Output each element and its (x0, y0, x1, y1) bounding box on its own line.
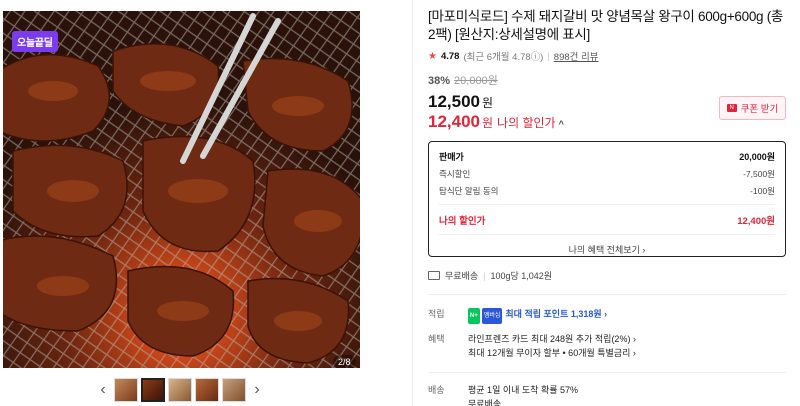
max-points-link[interactable]: 최대 적립 포인트 1,318원 › (505, 309, 607, 319)
delivery-value: 평균 1일 이내 도착 확률 57% 무료배송 (468, 383, 578, 406)
delivery-row: 배송 평균 1일 이내 도착 확률 57% 무료배송 (428, 372, 786, 406)
breakdown-my-price-value: 12,400원 (737, 215, 775, 227)
thumbnail-2[interactable] (141, 378, 165, 402)
breakdown-row: 탐식단 알림 동의 -100원 (439, 182, 775, 199)
chevron-up-icon[interactable]: ^ (559, 119, 564, 129)
shipping-free: 무료배송 (445, 271, 479, 281)
discount-row: 38% 20,000원 (428, 72, 786, 88)
breakdown-row: 즉시할인 -7,500원 (439, 165, 775, 182)
view-all-benefits-link[interactable]: 나의 혜택 전체보기 › (439, 234, 775, 256)
photo-counter: 2/8 (333, 355, 356, 368)
grilled-pork-image (3, 11, 360, 368)
main-product-photo[interactable]: 오늘끝딜 2/8 (3, 11, 360, 368)
shipping-row: 무료배송 | 100g당 1,042원 (428, 269, 786, 295)
product-title: [마포미식로드] 수제 돼지갈비 맛 양념목살 왕구이 600g+600g (총… (428, 9, 784, 42)
points-label: 적립 (428, 309, 445, 319)
thumbnail-prev-arrow-icon[interactable]: ‹ (95, 378, 111, 402)
perks-label: 혜택 (428, 334, 445, 344)
my-price-unit: 원 (482, 116, 494, 130)
delivery-free: 무료배송 (468, 399, 502, 406)
rating-recent[interactable]: (최근 6개월 4.78ⓘ) (463, 49, 543, 63)
points-value[interactable]: N+ 멤버십 최대 적립 포인트 1,318원 › (468, 307, 607, 324)
card-points-link[interactable]: 라인프렌즈 카드 최대 248원 추가 적립(2%) › (468, 332, 636, 346)
coupon-button-label: 쿠폰 받기 (740, 104, 779, 115)
today-deal-badge: 오늘끝딜 (12, 31, 58, 52)
installment-link[interactable]: 최대 12개월 무이자 할부 • 60개월 특별금리 › (468, 346, 636, 360)
sale-price-unit: 원 (482, 96, 494, 110)
breakdown-label: 즉시할인 (439, 168, 471, 179)
rating-row: ★ 4.78 (최근 6개월 4.78ⓘ) | 898건 리뷰 (428, 49, 786, 64)
review-count-link[interactable]: 898건 리뷰 (554, 49, 599, 63)
thumbnail-1[interactable] (114, 378, 138, 402)
breakdown-my-price-label: 나의 할인가 (439, 215, 486, 227)
sale-price-value: 12,500 (428, 92, 480, 111)
membership-badge-icon: 멤버십 (481, 308, 503, 324)
breakdown-my-price-row: 나의 할인가 12,400원 (439, 204, 775, 230)
perks-value: 라인프렌즈 카드 최대 248원 추가 적립(2%) › 최대 12개월 무이자… (468, 332, 636, 360)
original-price: 20,000원 (454, 75, 498, 87)
thumbnail-4[interactable] (195, 378, 219, 402)
breakdown-label: 판매가 (439, 152, 464, 162)
naver-plus-badge-icon: N+ (468, 308, 480, 324)
thumbnail-5[interactable] (222, 378, 246, 402)
breakdown-value: -7,500원 (743, 168, 775, 179)
coupon-icon: N (726, 104, 737, 112)
column-divider (412, 0, 413, 406)
my-price-label: 나의 할인가 (497, 116, 556, 130)
breakdown-label: 탐식단 알림 동의 (439, 185, 499, 196)
thumbnail-next-arrow-icon[interactable]: › (249, 378, 265, 402)
get-coupon-button[interactable]: N 쿠폰 받기 (719, 96, 786, 120)
product-info: [마포미식로드] 수제 돼지갈비 맛 양념목살 왕구이 600g+600g (총… (428, 8, 786, 406)
thumbnail-strip: ‹ › (95, 377, 265, 403)
price-row: 12,500 원 12,400 원 나의 할인가 ^ N 쿠폰 받기 (428, 92, 786, 132)
delivery-label: 배송 (428, 385, 445, 395)
delivery-eta: 평균 1일 이내 도착 확률 57% (468, 385, 579, 395)
my-price-value: 12,400 (428, 112, 480, 131)
breakdown-row: 판매가 20,000원 (439, 148, 775, 165)
rating-score: 4.78 (440, 50, 460, 62)
product-gallery: 오늘끝딜 2/8 ‹ › (0, 0, 362, 406)
star-icon: ★ (428, 50, 437, 62)
breakdown-value: -100원 (750, 185, 775, 196)
shipping-separator: | (483, 270, 486, 281)
points-row: 적립 N+ 멤버십 최대 적립 포인트 1,318원 › (428, 307, 786, 324)
thumbnail-3[interactable] (168, 378, 192, 402)
truck-icon (428, 271, 440, 280)
breakdown-value: 20,000원 (739, 152, 775, 162)
price-breakdown-box: 판매가 20,000원 즉시할인 -7,500원 탐식단 알림 동의 -100원… (428, 141, 786, 257)
unit-price: 100g당 1,042원 (490, 271, 553, 281)
discount-percent: 38% (428, 75, 451, 87)
perks-row: 혜택 라인프렌즈 카드 최대 248원 추가 적립(2%) › 최대 12개월 … (428, 332, 786, 360)
rating-separator: | (547, 50, 550, 62)
